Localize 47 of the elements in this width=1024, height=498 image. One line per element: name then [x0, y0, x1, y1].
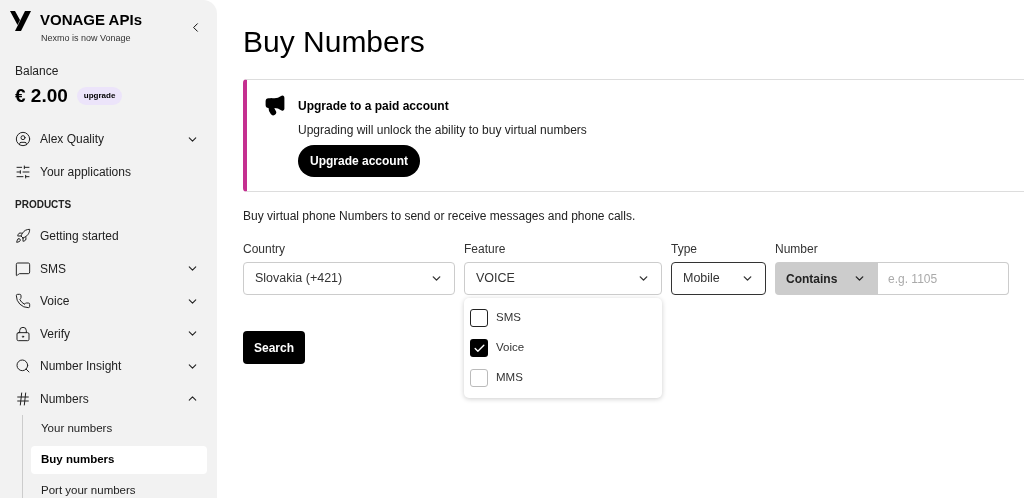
upgrade-badge[interactable]: upgrade [76, 86, 123, 105]
sliders-icon [15, 163, 31, 180]
nav-item[interactable]: Alex Quality [10, 123, 207, 156]
nav-subitem[interactable]: Your numbers [31, 415, 207, 443]
select-field[interactable]: Mobile [671, 262, 766, 295]
nav-item[interactable]: Voice [10, 285, 207, 318]
number-input[interactable]: e.g. 1105 [878, 262, 1009, 295]
checkbox[interactable] [470, 309, 488, 327]
banner-text: Upgrading will unlock the ability to buy virtual numbers [298, 122, 587, 139]
page-title: Buy Numbers [243, 24, 426, 60]
nav-item[interactable]: Number Insight [10, 350, 207, 383]
balance-label: Balance [15, 62, 60, 80]
nav-subitem[interactable]: Port your numbers [31, 477, 207, 498]
chat-icon [15, 260, 31, 277]
lock-icon [15, 325, 31, 342]
field-label: Number [775, 241, 819, 258]
nav-item[interactable]: Verify [10, 317, 207, 350]
intro-text: Buy virtual phone Numbers to send or receive messages and phone calls. [243, 208, 637, 225]
select-field[interactable]: VOICE [464, 262, 662, 295]
brand-name: VONAGE APIs [40, 10, 142, 30]
nav-item[interactable]: Your applications [10, 155, 207, 188]
banner-title: Upgrade to a paid account [298, 98, 450, 115]
field-label: Type [671, 241, 698, 258]
nav-item[interactable]: Getting started [10, 220, 207, 253]
hash-icon [15, 390, 31, 407]
checkbox[interactable] [470, 339, 488, 357]
match-select[interactable]: Contains [775, 262, 878, 295]
option-label: MMS [496, 370, 523, 386]
section-heading: PRODUCTS [15, 197, 73, 212]
field-label: Country [243, 241, 287, 258]
brand-tagline: Nexmo is now Vonage [41, 32, 132, 45]
field-label: Feature [464, 241, 507, 258]
phone-icon [15, 293, 31, 310]
select-field[interactable]: Slovakia (+421) [243, 262, 455, 295]
upgrade-account-button[interactable]: Upgrade account [298, 145, 420, 177]
logo-icon [10, 11, 32, 31]
option-label: Voice [496, 340, 525, 356]
rocket-icon [15, 228, 31, 245]
nav-item[interactable]: SMS [10, 252, 207, 285]
nav-subitem[interactable]: Buy numbers [31, 446, 207, 474]
nav-item[interactable]: Numbers [10, 382, 207, 415]
search-button[interactable]: Search [243, 331, 306, 364]
user-icon [15, 131, 31, 148]
balance-amount: € 2.00 [15, 83, 68, 108]
option-label: SMS [496, 310, 521, 326]
megaphone-icon [264, 94, 286, 116]
search-icon [15, 358, 31, 375]
